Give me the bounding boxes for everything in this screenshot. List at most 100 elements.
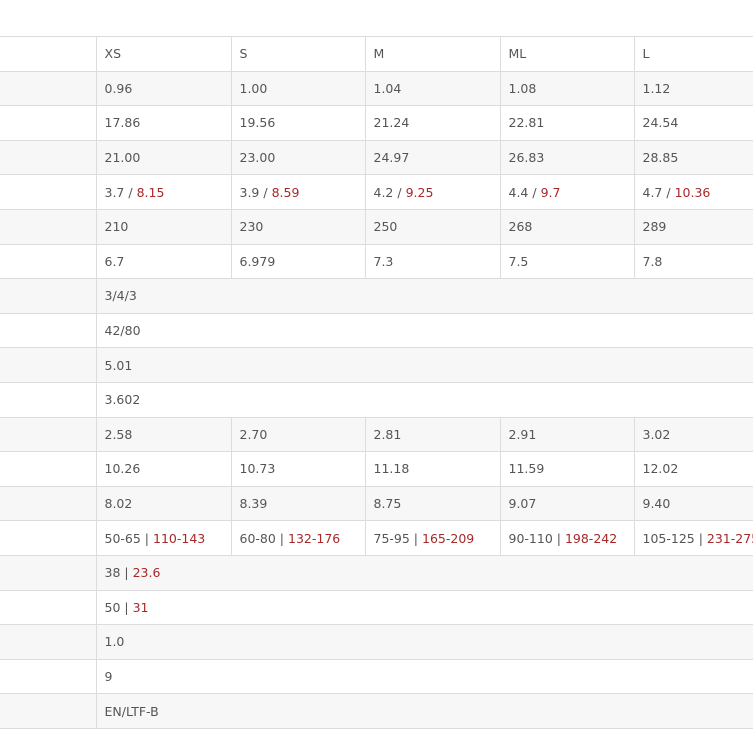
table-row: 9 bbox=[0, 658, 753, 695]
table-cell: 3.02 bbox=[633, 416, 753, 453]
cell-separator: / bbox=[124, 184, 137, 200]
table-cell: 105-125 | 231-275 bbox=[633, 520, 753, 556]
cell-secondary-value: 110-143 bbox=[153, 530, 206, 546]
table-row: 3/4/3 bbox=[0, 278, 753, 314]
cell-value: 38 bbox=[104, 565, 121, 581]
table-cell: 9 bbox=[95, 658, 753, 695]
cell-value: 2.91 bbox=[508, 426, 537, 442]
table-cell: 24.97 bbox=[364, 139, 500, 176]
cell-value: 17.86 bbox=[104, 115, 141, 131]
table-row: 0.96 1.00 1.04 1.08 1.12 bbox=[0, 70, 753, 107]
row-label-cell bbox=[0, 624, 96, 660]
cell-value: 1.04 bbox=[373, 80, 402, 96]
cell-value: 10.73 bbox=[239, 461, 276, 477]
header-cell-xs: XS bbox=[95, 36, 231, 72]
cell-separator: / bbox=[259, 184, 272, 200]
header-cell-l: L bbox=[633, 36, 753, 72]
cell-value: 24.97 bbox=[373, 150, 410, 166]
row-label-cell bbox=[0, 451, 96, 487]
row-label-cell bbox=[0, 485, 96, 522]
table-row: 21.00 23.00 24.97 26.83 28.85 bbox=[0, 139, 753, 176]
cell-value: 230 bbox=[239, 219, 264, 235]
table-row: 50-65 | 110-143 60-80 | 132-176 75-95 | 16… bbox=[0, 520, 753, 556]
cell-secondary-value: 8.59 bbox=[271, 184, 300, 200]
table-cell: 6.979 bbox=[230, 243, 365, 280]
table-cell: 6.7 bbox=[95, 243, 231, 280]
table-cell: 0.96 bbox=[95, 70, 231, 107]
cell-separator: | bbox=[120, 599, 133, 615]
header-cell-s: S bbox=[230, 36, 365, 72]
cell-secondary-value: 31 bbox=[132, 599, 149, 615]
table-cell: 2.70 bbox=[230, 416, 365, 453]
cell-value: 105-125 bbox=[642, 530, 695, 546]
table-cell: 8.39 bbox=[230, 485, 365, 522]
table-cell: 21.24 bbox=[364, 105, 500, 141]
table-row: 1.0 bbox=[0, 624, 753, 660]
cell-value: 1.12 bbox=[642, 80, 671, 96]
row-label-cell bbox=[0, 520, 96, 556]
cell-value: 75-95 bbox=[373, 530, 410, 546]
table-cell: 21.00 bbox=[95, 139, 231, 176]
table-cell: 9.40 bbox=[633, 485, 753, 522]
cell-value: 1.00 bbox=[239, 80, 268, 96]
table-cell: 7.3 bbox=[364, 243, 500, 280]
table-cell: 289 bbox=[633, 208, 753, 245]
table-cell: 12.02 bbox=[633, 451, 753, 487]
cell-value: 22.81 bbox=[508, 115, 545, 131]
cell-value: 9 bbox=[104, 668, 113, 684]
cell-separator: / bbox=[662, 184, 675, 200]
row-label-cell bbox=[0, 312, 96, 349]
row-label-cell bbox=[0, 243, 96, 280]
table-cell: 268 bbox=[499, 208, 634, 245]
table-cell: 3.602 bbox=[95, 381, 753, 418]
table-cell: 1.12 bbox=[633, 70, 753, 107]
table-cell: 11.59 bbox=[499, 451, 634, 487]
cell-value: 60-80 bbox=[239, 530, 276, 546]
table-row: EN/LTF-B bbox=[0, 693, 753, 729]
cell-value: 4.2 bbox=[373, 184, 394, 200]
table-cell: 1.00 bbox=[230, 70, 365, 107]
table-cell: 4.2 / 9.25 bbox=[364, 174, 500, 210]
table-cell: 3.9 / 8.59 bbox=[230, 174, 365, 210]
cell-value: 23.00 bbox=[239, 150, 276, 166]
cell-value: 2.58 bbox=[104, 426, 133, 442]
header-cell-label bbox=[0, 36, 96, 72]
cell-value: 1.08 bbox=[508, 80, 537, 96]
cell-secondary-value: 198-242 bbox=[564, 530, 618, 546]
cell-value: 8.39 bbox=[239, 496, 268, 512]
table-cell: EN/LTF-B bbox=[95, 693, 753, 729]
cell-value: 210 bbox=[104, 219, 129, 235]
cell-separator: | bbox=[409, 530, 422, 546]
table-cell: 7.8 bbox=[633, 243, 753, 280]
table-cell: 26.83 bbox=[499, 139, 634, 176]
cell-value: 2.70 bbox=[239, 426, 268, 442]
cell-value: 12.02 bbox=[642, 461, 679, 477]
cell-value: 289 bbox=[642, 219, 667, 235]
table-cell: 38 | 23.6 bbox=[95, 554, 753, 591]
row-label-cell bbox=[0, 554, 96, 591]
table-row: 42/80 bbox=[0, 312, 753, 349]
table-cell: 22.81 bbox=[499, 105, 634, 141]
cell-value: 2.81 bbox=[373, 426, 402, 442]
cell-value: 9.07 bbox=[508, 496, 537, 512]
table-cell: 17.86 bbox=[95, 105, 231, 141]
cell-value: 26.83 bbox=[508, 150, 545, 166]
table-row: 17.86 19.56 21.24 22.81 24.54 bbox=[0, 105, 753, 141]
cell-secondary-value: 10.36 bbox=[674, 184, 711, 200]
table-row: 210 230 250 268 289 bbox=[0, 208, 753, 245]
cell-value: 1.0 bbox=[104, 634, 125, 650]
table-cell: 4.4 / 9.7 bbox=[499, 174, 634, 210]
table-header-row: XS S M ML L bbox=[0, 36, 753, 72]
cell-secondary-value: 23.6 bbox=[132, 565, 161, 581]
row-label-cell bbox=[0, 589, 96, 626]
table-cell: 5.01 bbox=[95, 347, 753, 383]
cell-separator: / bbox=[528, 184, 541, 200]
table-cell: 8.02 bbox=[95, 485, 231, 522]
cell-value: 3.7 bbox=[104, 184, 125, 200]
cell-secondary-value: 132-176 bbox=[288, 530, 341, 546]
cell-value: 7.5 bbox=[508, 253, 529, 269]
cell-value: 250 bbox=[373, 219, 398, 235]
cell-separator: | bbox=[140, 530, 153, 546]
table-row: 50 | 31 bbox=[0, 589, 753, 626]
row-label-cell bbox=[0, 347, 96, 383]
